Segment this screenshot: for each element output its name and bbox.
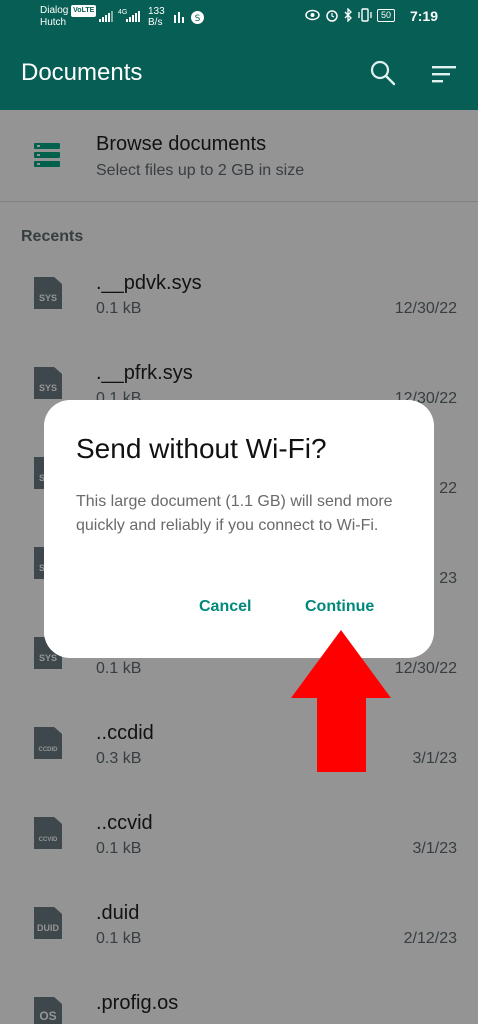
data-activity-icon [174,12,184,23]
alarm-icon [326,10,338,22]
sort-icon[interactable] [432,64,458,84]
carrier-info: Dialog VoLTE Hutch [40,5,97,29]
dialog-message: This large document (1.1 GB) will send m… [76,493,393,534]
carrier-name-secondary: Hutch [40,17,67,28]
vibrate-icon [358,8,372,22]
dialog-title: Send without Wi-Fi? [76,433,327,464]
battery-icon: 50 [377,8,396,22]
cancel-button[interactable]: Cancel [194,596,256,618]
signal-icon [99,11,113,22]
status-bar: Dialog VoLTE Hutch 4G 133 B/s S 50 7:19 [0,0,478,34]
send-without-wifi-dialog: Send without Wi-Fi? This large document … [44,400,434,658]
annotation-arrow-icon [291,630,391,772]
bluetooth-icon [344,8,352,22]
status-icons: 50 [305,8,396,22]
page-title: Documents [21,59,143,86]
volte-badge: VoLTE [71,5,97,17]
eye-icon [305,9,320,21]
speed-unit: B/s [148,17,163,28]
app-bar: Documents [0,34,478,110]
network-speed: 133 B/s [148,6,165,28]
svg-text:S: S [195,14,201,24]
speed-value: 133 [148,6,165,17]
app-notification-icon: S [191,11,204,24]
carrier-name-primary: Dialog [40,5,69,16]
signal-icon-2 [126,11,140,22]
search-icon[interactable] [370,60,396,86]
clock: 7:19 [409,8,438,24]
continue-button[interactable]: Continue [300,596,379,618]
